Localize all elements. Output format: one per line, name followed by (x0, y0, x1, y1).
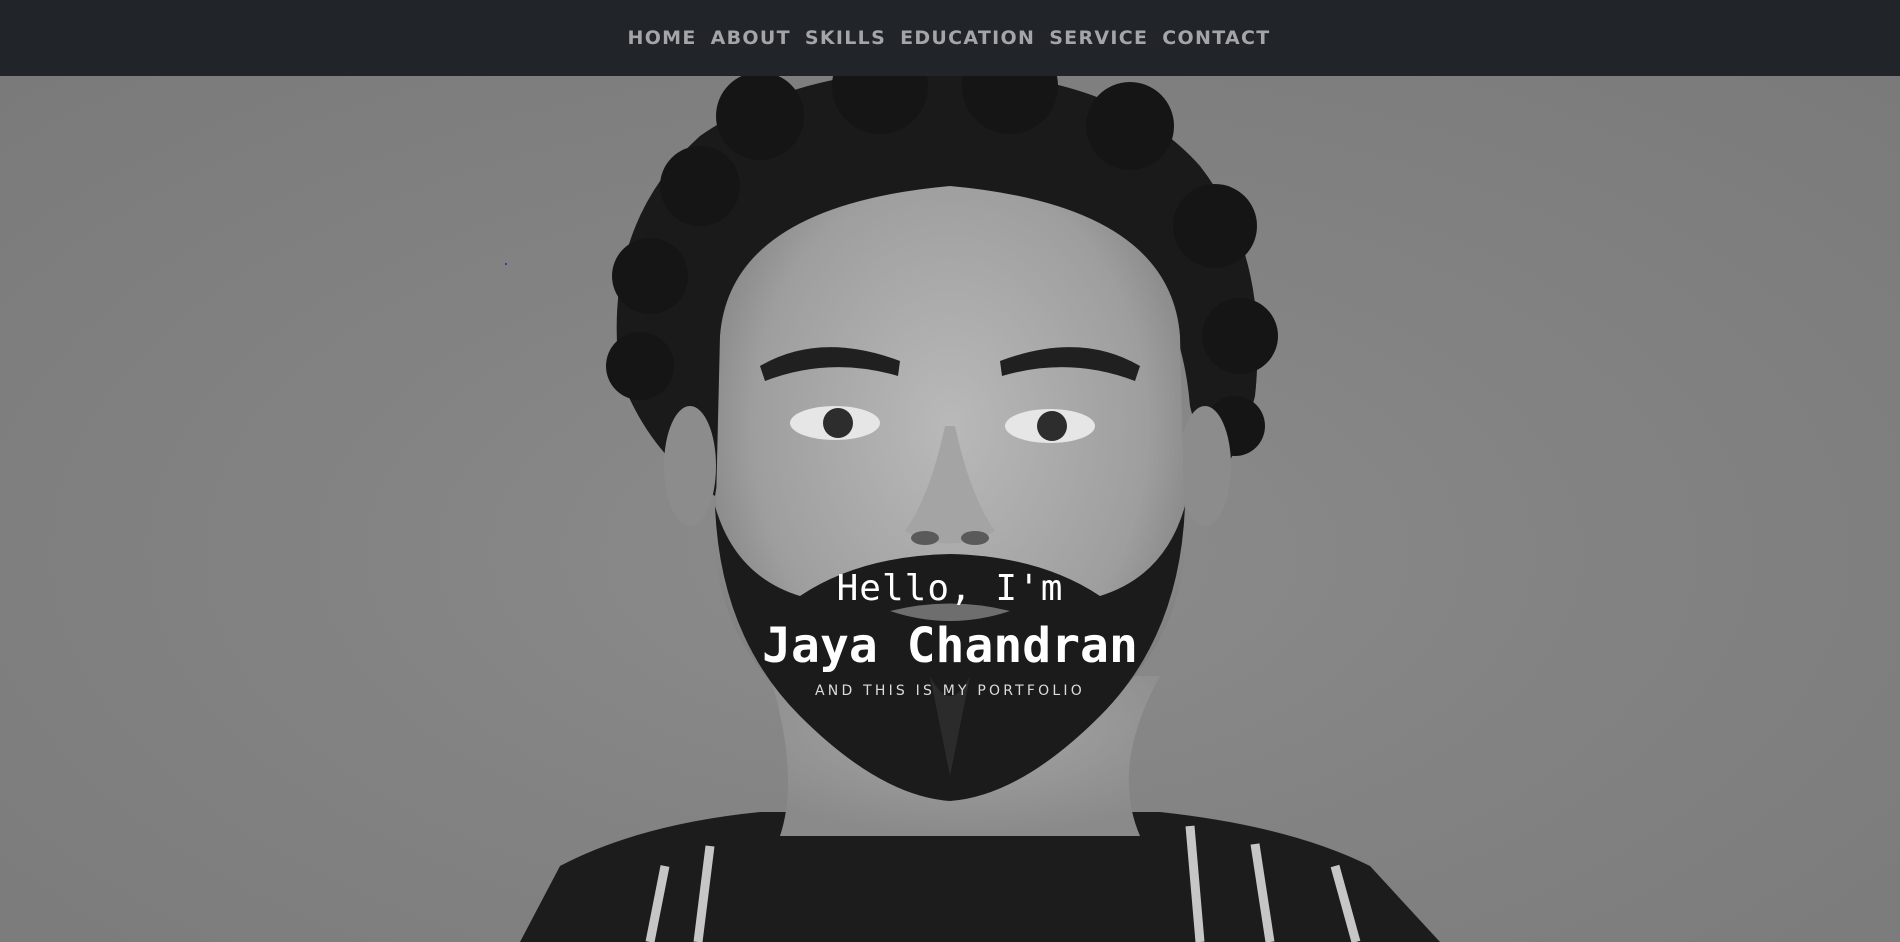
nav-link-service[interactable]: SERVICE (1049, 27, 1148, 49)
nav-link-about[interactable]: ABOUT (711, 27, 791, 49)
nav-menu: HOME ABOUT SKILLS EDUCATION SERVICE CONT… (628, 27, 1271, 49)
nav-link-education[interactable]: EDUCATION (900, 27, 1035, 49)
nav-link-contact[interactable]: CONTACT (1162, 27, 1270, 49)
nav-link-skills[interactable]: SKILLS (805, 27, 886, 49)
hero-section: Hello, I'm Jaya Chandran AND THIS IS MY … (0, 76, 1900, 942)
hero-greeting: Hello, I'm (836, 568, 1064, 609)
hero-tagline: AND THIS IS MY PORTFOLIO (815, 683, 1085, 699)
top-navbar: HOME ABOUT SKILLS EDUCATION SERVICE CONT… (0, 0, 1900, 76)
nav-link-home[interactable]: HOME (628, 27, 697, 49)
hero-portrait-image (520, 76, 1440, 942)
mouse-cursor-dot (505, 263, 507, 265)
hero-name: Jaya Chandran (762, 618, 1138, 674)
